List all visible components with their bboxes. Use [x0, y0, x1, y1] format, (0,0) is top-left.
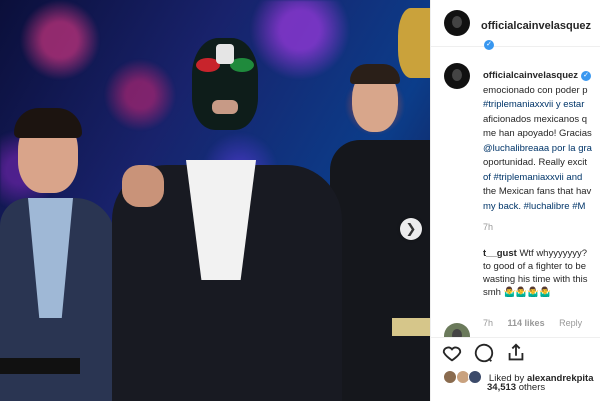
heart-icon[interactable] — [441, 342, 463, 364]
reply-button[interactable]: Reply — [559, 318, 582, 328]
comment-icon[interactable] — [473, 342, 495, 364]
comment-text: Wtf whyyyyyyy? — [519, 248, 587, 259]
caption-time[interactable]: 7h — [483, 222, 493, 232]
raised-fist — [122, 165, 164, 207]
post-photo[interactable]: ❯ — [0, 0, 430, 401]
likes-count-suffix: others — [518, 382, 546, 393]
comments-section: officialcainvelasquez ✓ emocionado con po… — [431, 47, 600, 337]
mask-mouth-opening — [212, 100, 238, 114]
post-sidebar: officialcainvelasquez✓ officialcainvelas… — [430, 0, 600, 401]
comment-avatar[interactable] — [444, 323, 470, 337]
caption-line[interactable]: #triplemaniaxxvii y estar — [483, 98, 600, 113]
left-man-belt — [0, 358, 80, 374]
avatar — [443, 370, 457, 384]
gold-mask — [398, 8, 430, 78]
comment-line: smh 🤷‍♂️🤷‍♂️🤷‍♂️🤷‍♂️ — [483, 287, 551, 298]
caption-line[interactable]: @luchalibreaaa por la gra — [483, 142, 600, 157]
share-icon[interactable] — [505, 342, 527, 364]
right-man-belt — [392, 318, 430, 336]
caption-line: emocionado con poder p — [483, 84, 588, 96]
caption-line[interactable]: of #triplemaniaxxvii and — [483, 171, 600, 186]
mask-skull-detail — [216, 44, 234, 64]
right-man-hair — [350, 64, 400, 84]
caption: officialcainvelasquez ✓ emocionado con po… — [483, 69, 600, 214]
comment-line: t__gust Wtf whyyyyyyy? — [483, 247, 600, 260]
caption-line: aficionados mexicanos q — [483, 113, 588, 125]
comment: t__gust Wtf whyyyyyyy? to good of a figh… — [483, 247, 600, 299]
comment-time[interactable]: 7h — [483, 318, 493, 328]
comment-likes[interactable]: 114 likes — [508, 318, 545, 328]
caption-line: oportunidad. Really excit — [483, 157, 588, 168]
caption-avatar[interactable] — [444, 63, 470, 89]
caption-line: me han apoyado! Gracias — [483, 128, 592, 139]
avatar[interactable] — [444, 10, 470, 36]
likes-count-row[interactable]: 34,513 others — [487, 382, 545, 393]
left-man-hair — [14, 108, 82, 138]
post-actions: Liked by alexandrekpita 34,513 others — [431, 337, 600, 401]
caption-line: the Mexican fans that hav — [483, 186, 592, 197]
comment-line: wasting his time with this — [483, 274, 588, 285]
post-header: officialcainvelasquez✓ — [431, 0, 600, 50]
caption-line[interactable]: my back. #luchalibre #M — [483, 200, 600, 215]
header-username[interactable]: officialcainvelasquez — [481, 20, 591, 32]
avatar — [468, 370, 483, 384]
chevron-right-icon[interactable]: ❯ — [400, 218, 422, 240]
verified-badge-icon: ✓ — [581, 71, 592, 81]
comment-username[interactable]: t__gust — [483, 248, 517, 259]
caption-head: officialcainvelasquez ✓ — [483, 69, 600, 84]
comment-line: to good of a fighter to be — [483, 261, 586, 272]
likes-count[interactable]: 34,513 — [487, 382, 516, 393]
right-man-suit — [330, 140, 430, 401]
wrestler-mask — [192, 38, 258, 130]
comment-meta: 7h 114 likes Reply — [483, 318, 594, 328]
caption-username[interactable]: officialcainvelasquez — [483, 70, 578, 81]
